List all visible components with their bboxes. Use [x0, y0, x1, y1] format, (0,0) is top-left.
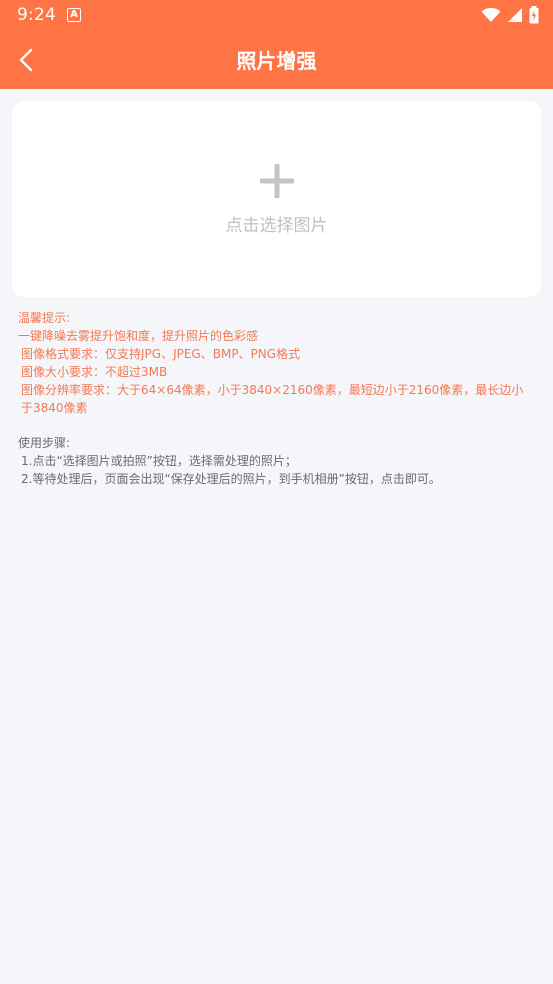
- step-item: 2.等待处理后，页面会出现“保存处理后的照片，到手机相册”按钮，点击即可。: [21, 472, 441, 486]
- steps-heading: 使用步骤:: [18, 436, 71, 450]
- steps-section: 使用步骤: 1.点击“选择图片或拍照”按钮，选择需处理的照片； 2.等待处理后，…: [18, 434, 532, 488]
- tips-section: 温馨提示: 一键降噪去雾提升饱和度，提升照片的色彩感 图像格式要求：仅支持JPG…: [18, 309, 532, 417]
- wifi-icon: [481, 7, 501, 23]
- status-icons: [481, 6, 539, 24]
- select-image-card[interactable]: 点击选择图片: [12, 101, 541, 297]
- signal-icon: [507, 7, 523, 23]
- tip-line: 图像格式要求：仅支持JPG、JPEG、BMP、PNG格式: [21, 347, 301, 361]
- page-title: 照片增强: [236, 49, 317, 73]
- status-time: 9:24: [17, 5, 56, 25]
- app-bar: 照片增强: [0, 31, 553, 89]
- status-bar: 9:24 A: [0, 0, 553, 31]
- tips-heading: 温馨提示:: [18, 311, 71, 325]
- tip-line: 一键降噪去雾提升饱和度，提升照片的色彩感: [18, 329, 259, 343]
- battery-charging-icon: [529, 6, 539, 24]
- step-item: 1.点击“选择图片或拍照”按钮，选择需处理的照片；: [21, 454, 297, 468]
- select-image-label: 点击选择图片: [225, 216, 328, 236]
- tip-line: 图像大小要求：不超过3MB: [21, 365, 168, 379]
- tip-line: 图像分辨率要求：大于64×64像素，小于3840×2160像素，最短边小于216…: [21, 383, 524, 415]
- notification-a-icon: A: [67, 8, 81, 22]
- plus-icon: [260, 164, 294, 198]
